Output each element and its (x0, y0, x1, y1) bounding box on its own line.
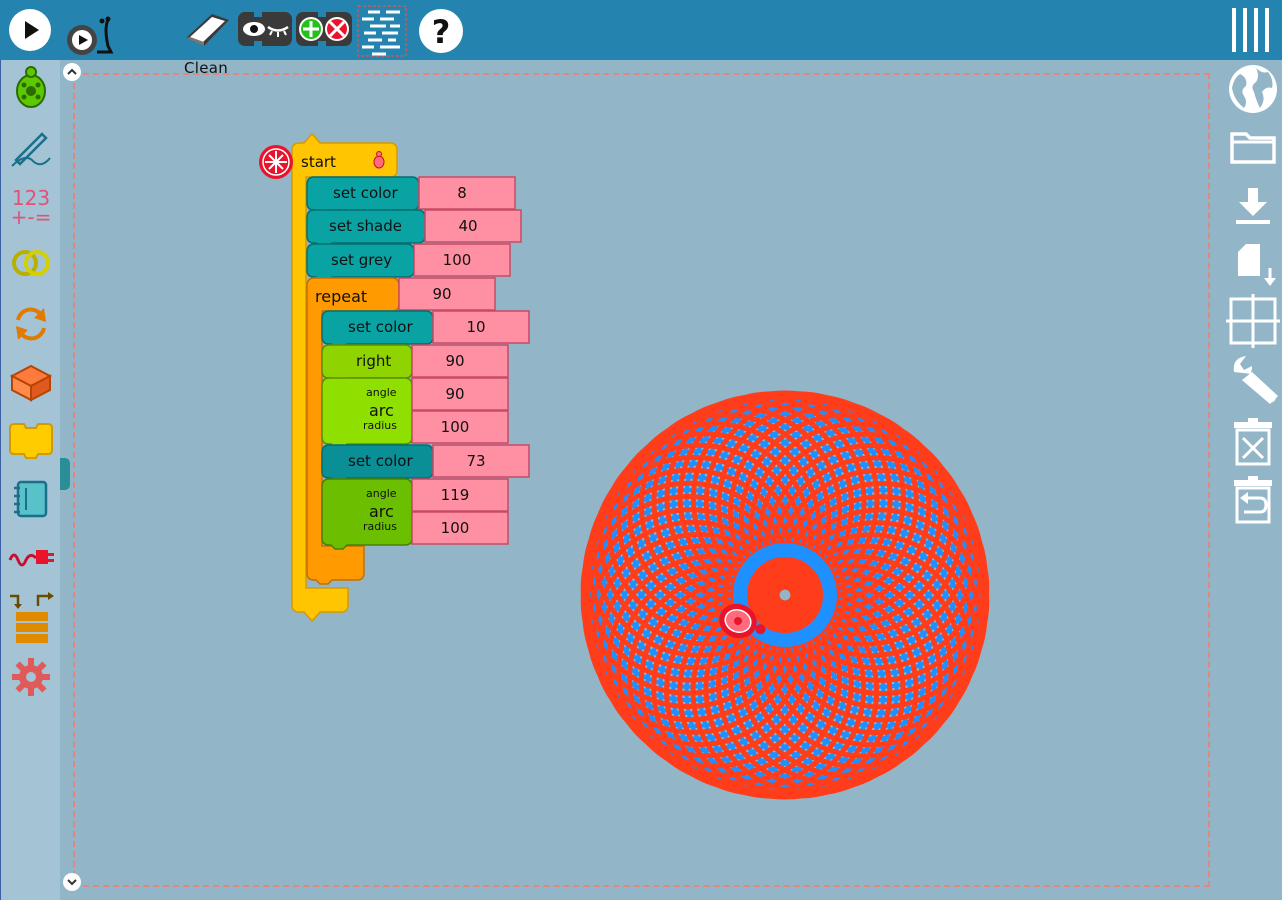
aux-sidebar (1224, 60, 1282, 900)
trash-button[interactable] (1226, 416, 1280, 470)
cartesian-grid-button[interactable] (1226, 294, 1280, 348)
language-icon (1229, 65, 1277, 113)
wrench-icon (1233, 356, 1278, 404)
cartesian-grid-icon (1226, 294, 1280, 348)
save-icon (1236, 188, 1270, 224)
trash-icon (1234, 418, 1272, 466)
turtle-drawing (580, 390, 990, 800)
open-folder-icon (1230, 132, 1276, 164)
save-as-button[interactable] (1226, 236, 1280, 290)
open-button[interactable] (1226, 120, 1280, 174)
restore-button[interactable] (1226, 474, 1280, 528)
language-button[interactable] (1226, 62, 1280, 116)
wrench-button[interactable] (1226, 352, 1280, 406)
save-button[interactable] (1226, 178, 1280, 232)
save-as-icon (1238, 244, 1276, 286)
restore-icon (1234, 476, 1272, 524)
